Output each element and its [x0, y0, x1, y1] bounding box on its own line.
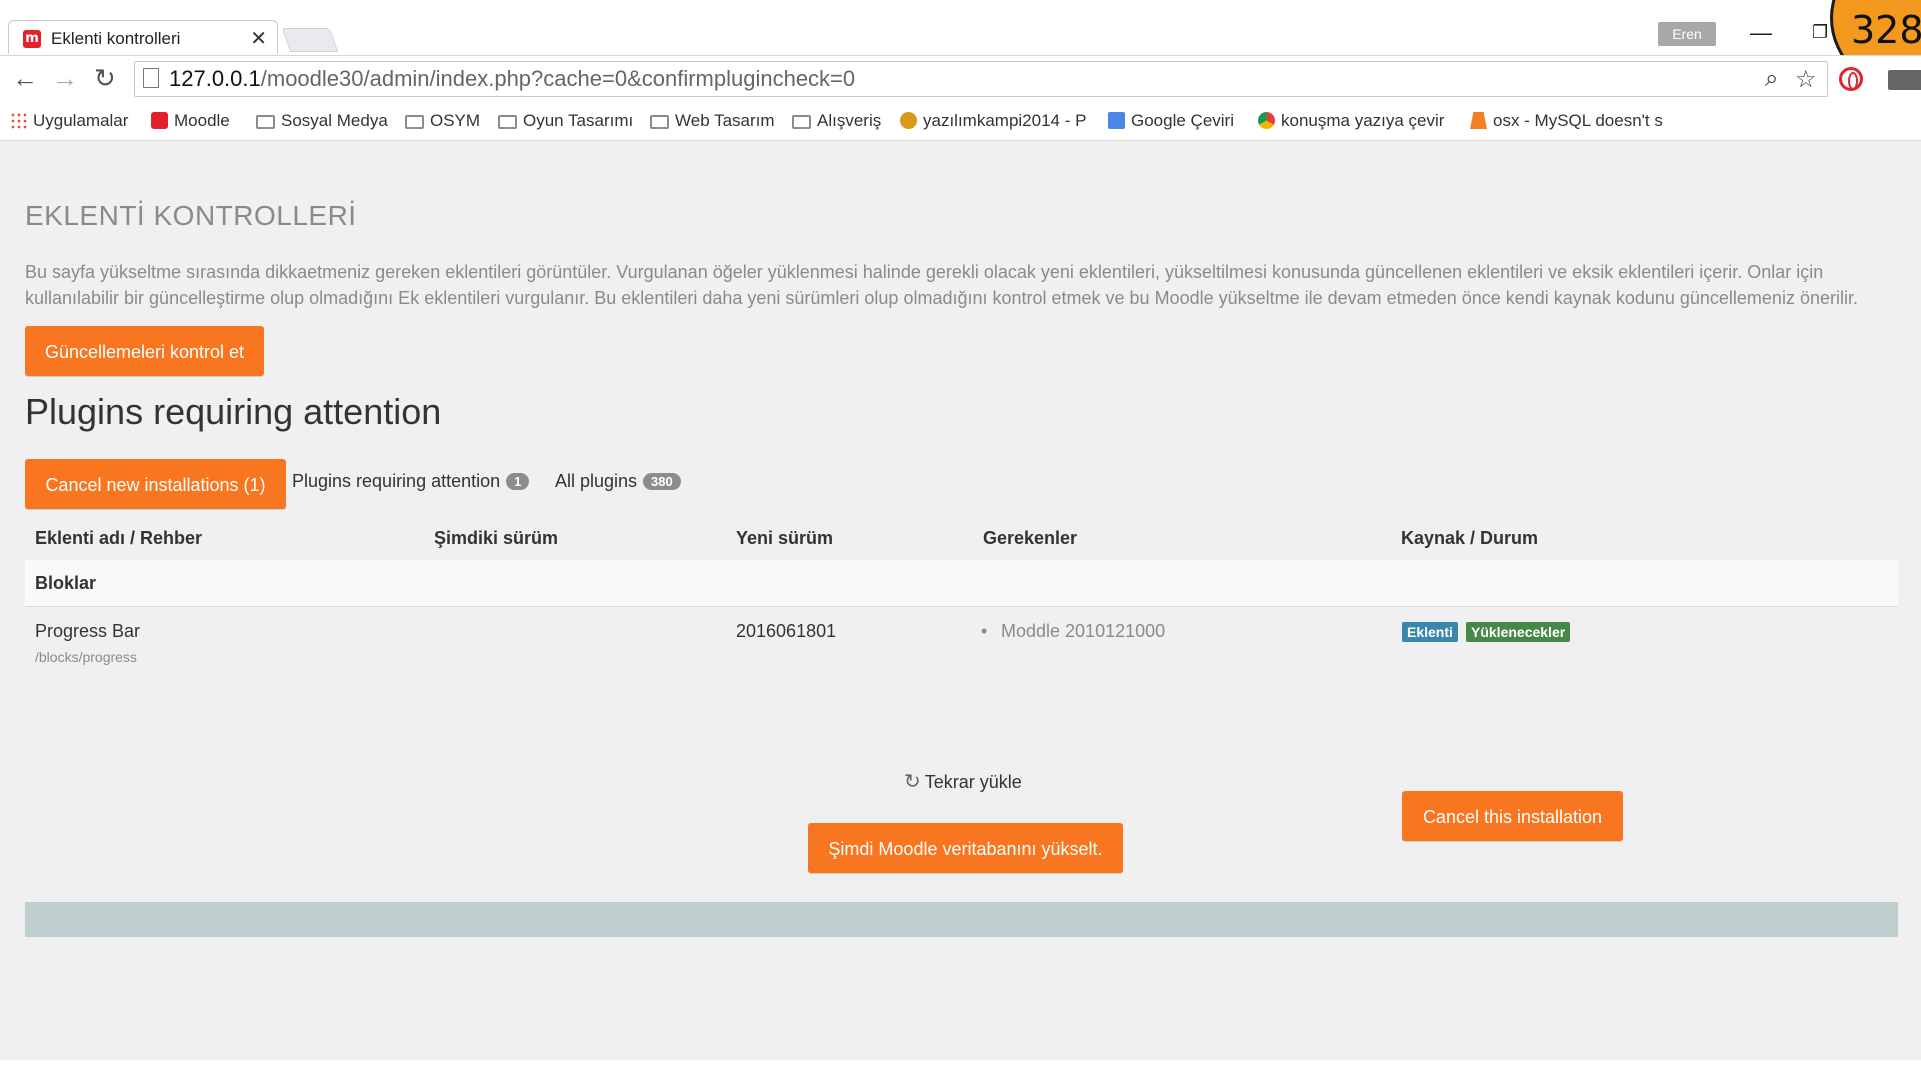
- group-row: Bloklar: [25, 560, 1898, 607]
- status-badge: Yüklenecekler: [1466, 622, 1571, 642]
- bookmark-alisveris[interactable]: Alışveriş: [792, 111, 881, 131]
- bookmark-stackoverflow[interactable]: osx - MySQL doesn't s: [1470, 111, 1663, 131]
- bookmarks-bar: Uygulamalar Moodle Sosyal Medya OSYM Oyu…: [0, 103, 1921, 141]
- intro-text: Bu sayfa yükseltme sırasında dikkaetmeni…: [25, 262, 1858, 308]
- moodle-icon: [151, 112, 168, 129]
- address-bar[interactable]: 127.0.0.1/moodle30/admin/index.php?cache…: [134, 61, 1828, 97]
- bookmark-moodle[interactable]: Moodle: [151, 111, 230, 131]
- corner-badge-number: 328: [1851, 8, 1921, 52]
- browser-window: m Eklenti kontrolleri ✕ Eren — ❐ 328 ← →…: [0, 0, 1921, 1080]
- column-header-requirements: Gerekenler: [983, 528, 1078, 548]
- new-version: 2016061801: [736, 621, 837, 641]
- filter-all-plugins-link[interactable]: All plugins 380: [555, 471, 681, 492]
- back-arrow-icon[interactable]: ←: [12, 63, 38, 94]
- plugin-name: Progress Bar: [35, 621, 141, 641]
- bookmark-sosyal-medya[interactable]: Sosyal Medya: [256, 111, 388, 131]
- bookmark-yazilimkampi[interactable]: yazılımkampi2014 - P: [900, 111, 1086, 131]
- minimize-icon[interactable]: —: [1750, 20, 1772, 46]
- plugins-heading: Plugins requiring attention: [25, 391, 442, 432]
- page-title: EKLENTİ KONTROLLERİ: [25, 200, 357, 231]
- browser-tab[interactable]: m Eklenti kontrolleri ✕: [8, 20, 278, 54]
- google-translate-icon: [1108, 112, 1125, 129]
- table-row: Progress Bar /blocks/progress 2016061801…: [25, 607, 1898, 707]
- folder-icon: [498, 115, 517, 129]
- reload-link[interactable]: ↻ Tekrar yükle: [904, 769, 1022, 793]
- column-header-name: Eklenti adı / Rehber: [35, 528, 203, 548]
- check-updates-button[interactable]: Güncellemeleri kontrol et: [25, 326, 264, 376]
- attention-count-badge: 1: [506, 473, 530, 490]
- tab-strip: m Eklenti kontrolleri ✕ Eren — ❐ 328: [0, 0, 1921, 96]
- url-text[interactable]: 127.0.0.1/moodle30/admin/index.php?cache…: [169, 66, 855, 92]
- tab-close-icon[interactable]: ✕: [250, 26, 267, 51]
- bookmark-google-ceviri[interactable]: Google Çeviri: [1108, 111, 1234, 131]
- requirement-text: Moddle 2010121000: [1001, 621, 1166, 641]
- plugin-path: /blocks/progress: [35, 649, 137, 665]
- menu-icon[interactable]: [1888, 70, 1921, 90]
- requirement-bullet: •: [981, 621, 988, 641]
- group-label: Bloklar: [35, 573, 97, 593]
- opera-extension-icon[interactable]: [1839, 67, 1863, 91]
- cancel-installation-button[interactable]: Cancel this installation: [1402, 791, 1623, 841]
- new-tab-button[interactable]: [281, 28, 339, 52]
- column-header-current: Şimdiki sürüm: [434, 528, 559, 548]
- bookmark-osym[interactable]: OSYM: [405, 111, 480, 131]
- column-header-new: Yeni sürüm: [736, 528, 834, 548]
- stackoverflow-icon: [1470, 112, 1487, 129]
- footer-bar: [25, 902, 1898, 937]
- folder-icon: [650, 115, 669, 129]
- page-bottom-strip: [0, 1060, 1921, 1080]
- folder-icon: [792, 115, 811, 129]
- reload-icon[interactable]: ↻: [94, 63, 116, 94]
- forward-arrow-icon[interactable]: →: [52, 63, 78, 94]
- folder-icon: [256, 115, 275, 129]
- table-header: Eklenti adı / Rehber Şimdiki sürüm Yeni …: [25, 506, 1898, 561]
- refresh-icon: ↻: [904, 769, 921, 793]
- bookmark-konusma[interactable]: konuşma yazıya çevir: [1258, 111, 1444, 131]
- upgrade-database-button[interactable]: Şimdi Moodle veritabanını yükselt.: [808, 823, 1123, 873]
- profile-button[interactable]: Eren: [1658, 22, 1716, 46]
- bookmark-oyun-tasarimi[interactable]: Oyun Tasarımı: [498, 111, 633, 131]
- apps-grid-icon: [10, 112, 27, 129]
- tiger-icon: [900, 112, 917, 129]
- all-count-badge: 380: [643, 473, 681, 490]
- page-icon: [143, 68, 159, 88]
- folder-icon: [405, 115, 424, 129]
- cancel-new-installations-button[interactable]: Cancel new installations (1): [25, 459, 286, 509]
- source-badge: Eklenti: [1402, 622, 1458, 642]
- browser-toolbar: ← → ↻ 127.0.0.1/moodle30/admin/index.php…: [0, 55, 1921, 104]
- moodle-favicon-icon: m: [23, 30, 41, 48]
- bookmark-apps[interactable]: Uygulamalar: [10, 111, 128, 131]
- restore-icon[interactable]: ❐: [1812, 22, 1828, 43]
- column-header-source-status: Kaynak / Durum: [1401, 528, 1539, 548]
- tab-title: Eklenti kontrolleri: [51, 29, 181, 48]
- zoom-icon[interactable]: ⌕: [1765, 65, 1778, 93]
- page-content: EKLENTİ KONTROLLERİ Bu sayfa yükseltme s…: [0, 141, 1921, 1060]
- chrome-icon: [1258, 112, 1275, 129]
- filter-attention-link[interactable]: Plugins requiring attention 1: [292, 471, 530, 492]
- bookmark-web-tasarim[interactable]: Web Tasarım: [650, 111, 775, 131]
- bookmark-star-icon[interactable]: ☆: [1795, 65, 1817, 94]
